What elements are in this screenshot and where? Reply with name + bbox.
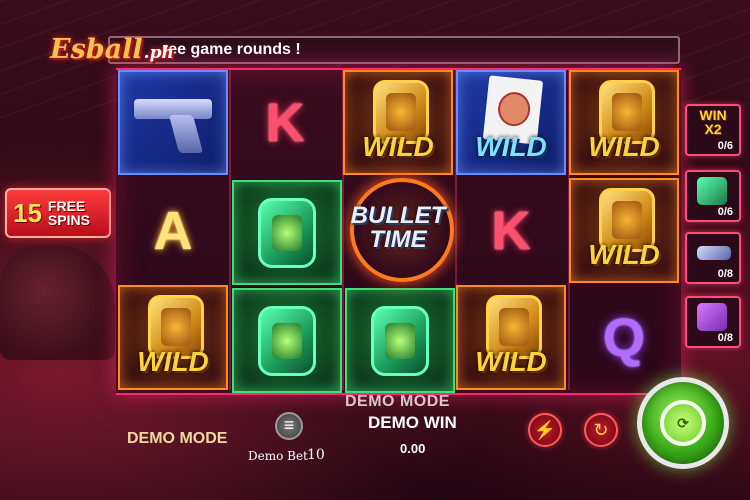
demo-bet-label: Demo Bet — [248, 449, 308, 463]
multiplier-value: X2 — [704, 121, 722, 137]
symbol-wild-gold: WILD — [118, 285, 228, 390]
symbol-green-watch — [345, 288, 455, 393]
wild-label: WILD — [137, 346, 209, 377]
spin-button[interactable]: ⟳ — [637, 377, 729, 469]
demo-win-value: 0.00 — [400, 441, 426, 456]
background-car — [0, 245, 115, 360]
logo-sub: .ph — [143, 43, 174, 63]
symbol-gun — [118, 70, 228, 175]
win-multiplier: WIN X2 — [687, 108, 739, 136]
message-ticker: ree game rounds ! — [108, 36, 680, 64]
lightning-icon: ⚡ — [533, 420, 557, 440]
turbo-button[interactable]: ⚡ — [528, 413, 562, 447]
symbol-letter-q: Q — [569, 285, 679, 390]
bullet-time-symbol: BULLET TIME — [338, 178, 458, 282]
symbol-wild-gold: WILD — [569, 178, 679, 283]
symbol-wild-id: WILD — [456, 70, 566, 175]
spin-icon: ⟳ — [660, 400, 706, 446]
letter-a: A — [153, 200, 193, 261]
pistol-icon — [697, 246, 731, 260]
free-spins-badge: 15 FREE SPINS — [5, 188, 111, 238]
symbol-letter-a: A — [118, 178, 228, 283]
symbol-wild-gold: WILD — [343, 70, 453, 175]
demo-bet-value: 10 — [307, 447, 325, 463]
letter-k: K — [265, 92, 305, 153]
autoplay-button[interactable]: ↻ — [584, 413, 618, 447]
free-spins-count: 15 — [13, 197, 42, 228]
wild-label: WILD — [588, 131, 660, 162]
letter-k: K — [491, 200, 531, 261]
refresh-icon: ↻ — [593, 420, 609, 440]
briefcase-icon — [697, 303, 727, 331]
bullet-time-line2: TIME — [369, 226, 427, 253]
pistol-icon — [134, 93, 212, 153]
gun-progress: 0/8 — [717, 268, 733, 280]
free-spins-label: FREE SPINS — [42, 199, 90, 227]
case-collect-box: 0/8 — [685, 296, 741, 348]
wild-label: WILD — [362, 131, 434, 162]
demo-mode-label: DEMO MODE — [127, 430, 228, 447]
green-watch-icon — [371, 305, 429, 376]
win-multiplier-box: WIN X2 0/6 — [685, 104, 741, 156]
demo-win-label: DEMO WIN — [368, 413, 457, 432]
wild-label: WILD — [588, 239, 660, 270]
logo-main: Esball — [50, 34, 143, 65]
symbol-wild-gold: WILD — [569, 70, 679, 175]
wild-label: WILD — [475, 131, 547, 162]
symbol-green-watch — [232, 288, 342, 393]
symbol-green-watch — [232, 180, 342, 285]
symbol-wild-gold: WILD — [456, 285, 566, 390]
case-progress: 0/8 — [717, 332, 733, 344]
wild-label: WILD — [475, 346, 547, 377]
letter-q: Q — [602, 307, 645, 368]
gun-collect-box: 0/8 — [685, 232, 741, 284]
ticker-text: ree game rounds ! — [162, 41, 301, 58]
free-spins-line1: FREE — [47, 198, 86, 214]
watch-progress: 0/6 — [717, 206, 733, 218]
watch-collect-box: 0/6 — [685, 170, 741, 222]
symbol-letter-k: K — [456, 178, 566, 283]
green-watch-icon — [258, 197, 316, 268]
chip-stack-icon[interactable]: ≡ — [275, 412, 303, 440]
green-watch-icon — [697, 177, 727, 205]
symbol-letter-k: K — [230, 70, 340, 175]
demo-mode-center: DEMO MODE — [345, 393, 450, 410]
win-progress: 0/6 — [717, 140, 733, 152]
brand-logo: Esball.ph — [50, 34, 174, 65]
win-label: WIN — [699, 107, 727, 123]
green-watch-icon — [258, 305, 316, 376]
free-spins-line2: SPINS — [47, 212, 90, 228]
bullet-time-line1: BULLET — [350, 202, 446, 229]
